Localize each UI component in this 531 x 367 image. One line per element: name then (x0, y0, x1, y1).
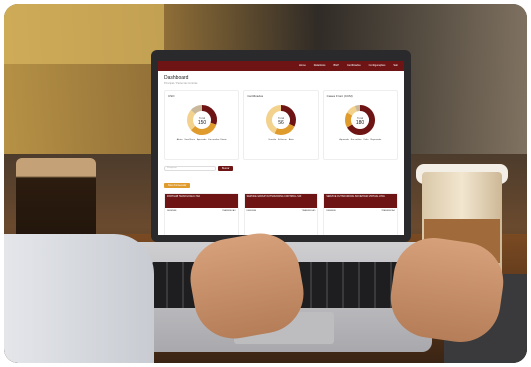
search-bar: Pesquisar Buscar (158, 164, 404, 173)
tile-right: TRANSFECAO (381, 210, 396, 212)
donut-center-value: 56 (278, 120, 284, 126)
donut-slice (355, 105, 361, 112)
legend-item: A Vencer (278, 139, 287, 141)
search-button[interactable]: Buscar (218, 166, 234, 171)
nav-home[interactable]: Home (299, 64, 306, 68)
background-light (4, 4, 164, 64)
photo-frame: Home Relatórios BGP Certificados Configu… (4, 4, 527, 363)
card-title: Certificados (247, 94, 264, 98)
supplier-tile[interactable]: SERVICE GROUP OUTSOURCING CONTROLL SOI D… (243, 193, 319, 235)
legend-item: Em análise (350, 139, 362, 141)
tile-body: DEFENSE TRANSFECAO (165, 208, 238, 214)
tile-name: SERVICE GROUP OUTSOURCING CONTROLL SOI (244, 194, 318, 208)
legend-item: Reprovado (370, 139, 382, 141)
donut-slice (274, 123, 295, 135)
nav-settings[interactable]: Configurações (369, 64, 386, 68)
donut-slice (347, 105, 358, 116)
donut-center-value: 180 (356, 120, 365, 126)
donut-chart: Total56 (266, 105, 296, 135)
chart-legend: Vencido A Vencer Ativo (247, 139, 314, 141)
card-cases: Cases Front (CCM) Total 180 Aprovado Em a… (322, 90, 398, 160)
tile-body: DEFENSE TRANSFECAO (245, 208, 318, 214)
supplier-tiles: FORTILAB TECNOLOGIA LTDA DEFENSE TRANSFE… (158, 191, 404, 235)
card-cso: CSO Total 150 Alerta Sem Risco Aprovado E… (164, 90, 240, 160)
donut-chart: Total180 (345, 105, 376, 135)
card-certificates: Certificados Total 56 Vencido A Vencer At… (243, 90, 319, 160)
tile-left: DEFENSE (326, 210, 336, 212)
legend-item: Vencido (268, 139, 277, 141)
chart-legend: Alerta Sem Risco Aprovado Em analise Cli… (168, 139, 235, 141)
search-input[interactable]: Pesquisar (164, 166, 216, 171)
tile-right: TRANSFECAO (301, 210, 316, 212)
legend-item: Falta (363, 139, 369, 141)
page-title: Dashboard (164, 75, 189, 81)
tile-name: FORTILAB TECNOLOGIA LTDA (165, 194, 238, 208)
new-supplier-button[interactable]: Novo Fornecedor (164, 183, 191, 188)
card-title: CSO (168, 94, 175, 98)
nav-bgp[interactable]: BGP (333, 64, 338, 68)
legend-item: Aprovado (339, 139, 349, 141)
tile-name: SERVICE OUTSOURCING SOCIETDAD VIRTUAL LT… (324, 194, 398, 208)
tile-body: DEFENSE TRANSFECAO (324, 208, 397, 214)
donut-center-value: 150 (197, 120, 206, 126)
legend-item: Em analise Cliente (208, 139, 227, 141)
nav-logout[interactable]: Sair (393, 64, 398, 68)
laptop-screen: Home Relatórios BGP Certificados Configu… (158, 61, 404, 235)
legend-item: Sem Risco (184, 139, 195, 141)
donut-slice (345, 112, 353, 128)
left-sleeve (4, 234, 154, 363)
card-title: Cases Front (CCM) (326, 94, 353, 98)
tile-left: DEFENSE (246, 210, 257, 212)
supplier-tile[interactable]: FORTILAB TECNOLOGIA LTDA DEFENSE TRANSFE… (164, 193, 239, 235)
legend-item: Aprovado (197, 139, 207, 141)
supplier-tile[interactable]: SERVICE OUTSOURCING SOCIETDAD VIRTUAL LT… (323, 193, 399, 235)
tile-right: TRANSFECAO (222, 210, 236, 212)
tile-left: DEFENSE (167, 210, 177, 212)
donut-chart: Total150 (186, 105, 217, 135)
nav-certificates[interactable]: Certificados (347, 64, 361, 68)
legend-item: Alerta (176, 139, 183, 141)
chart-legend: Aprovado Em análise Falta Reprovado (327, 139, 394, 141)
nav-reports[interactable]: Relatórios (314, 64, 326, 68)
top-nav: Home Relatórios BGP Certificados Configu… (158, 61, 404, 71)
donut-slice (186, 109, 196, 131)
chart-cards: CSO Total 150 Alerta Sem Risco Aprovado E… (158, 86, 404, 164)
donut-slice (190, 105, 202, 115)
legend-item: Ativo (288, 139, 294, 141)
